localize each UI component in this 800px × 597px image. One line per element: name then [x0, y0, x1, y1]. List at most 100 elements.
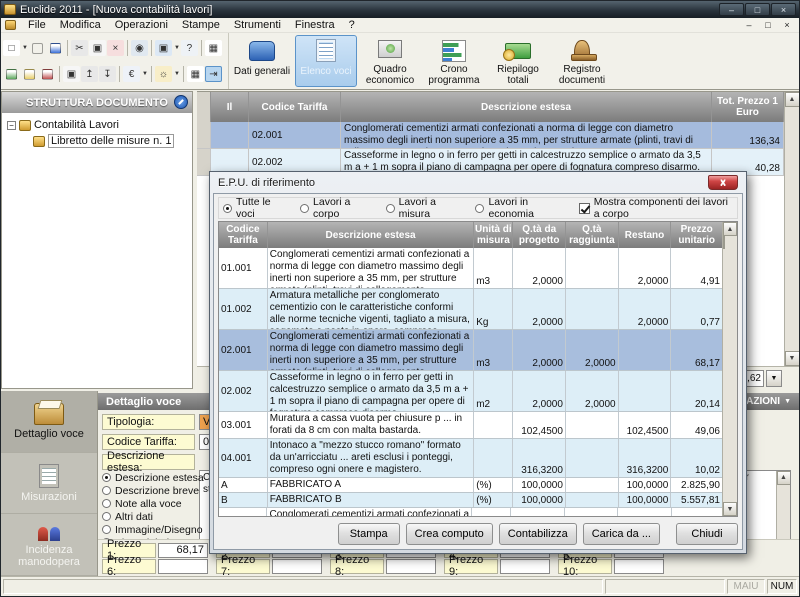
save-icon[interactable]	[47, 40, 64, 56]
view-radio-note-alla-voce[interactable]: Note alla voce	[102, 498, 204, 509]
chevron-down-icon[interactable]: ▼	[142, 71, 148, 77]
chiudi-button[interactable]: Chiudi	[676, 523, 738, 545]
crea-computo-button[interactable]: Crea computo	[406, 523, 493, 545]
tree-node[interactable]: Libretto delle misure n. 1	[4, 133, 190, 149]
toolbar-button-elenco-voci[interactable]: Elenco voci	[295, 35, 357, 87]
dialog-column-header[interactable]: Unità di misura	[474, 222, 513, 248]
menu-item-finestra[interactable]: Finestra	[288, 18, 342, 32]
prezzo-input[interactable]	[272, 559, 322, 574]
tree-node-label[interactable]: Libretto delle misure n. 1	[48, 134, 174, 148]
copy-item-icon[interactable]: ▣	[89, 40, 106, 56]
toolbar-button-registro-documenti[interactable]: Registro documenti	[551, 35, 613, 87]
grid-view-icon[interactable]: ▦	[187, 66, 204, 82]
contabilizza-button[interactable]: Contabilizza	[499, 523, 577, 545]
find-binoculars-icon[interactable]: ◉	[131, 40, 148, 56]
tree-node[interactable]: − Contabilità Lavori	[4, 117, 190, 133]
nav-item-misurazioni[interactable]: Misurazioni	[1, 453, 97, 515]
dialog-column-header[interactable]: Q.tà da progetto	[513, 222, 566, 248]
columns-chart-icon[interactable]: ▦	[205, 40, 222, 56]
grid-column-header[interactable]: Descrizione estesa	[341, 92, 712, 122]
dialog-close-button[interactable]: x	[708, 175, 738, 190]
exit-door-icon[interactable]: ⇥	[205, 66, 222, 82]
dialog-table-row[interactable]: B.A.102Conglomerati cementizi armati con…	[219, 508, 722, 516]
dialog-title-bar[interactable]: E.P.U. di riferimento x	[213, 172, 743, 193]
filter-radio-lavori-a-corpo[interactable]: Lavori a corpo	[300, 196, 366, 220]
menu-item-?[interactable]: ?	[342, 18, 362, 32]
scrollbar-thumb[interactable]	[723, 235, 725, 249]
new-document-icon[interactable]: □	[3, 40, 20, 56]
filter-radio-tutte-le-voci[interactable]: Tutte le voci	[223, 196, 280, 220]
tips-lamp-icon[interactable]: ☼	[155, 66, 172, 82]
import-up-icon[interactable]: ↥	[81, 66, 98, 82]
filter-radio-lavori-in-economia[interactable]: Lavori in economia	[475, 196, 558, 220]
grid-total-dropdown[interactable]: ▼	[766, 370, 782, 387]
carica-da-button[interactable]: Carica da ...	[583, 523, 660, 545]
grid-column-header[interactable]: Tot. Prezzo 1 Euro	[712, 92, 784, 122]
prezzo-input[interactable]	[614, 559, 664, 574]
toolbar-button-dati-generali[interactable]: Dati generali	[231, 35, 293, 87]
dialog-table-row[interactable]: 02.001Conglomerati cementizi armati conf…	[219, 330, 722, 371]
toolbar-button-quadro-economico[interactable]: Quadro economico	[359, 35, 421, 87]
dialog-table-row[interactable]: AFABBRICATO A(%)100,0000100,00002.825,90	[219, 478, 722, 493]
menu-item-stampe[interactable]: Stampe	[175, 18, 227, 32]
grid-column-header[interactable]	[197, 92, 211, 122]
mdi-minimize-button[interactable]: –	[741, 19, 757, 31]
menu-item-modifica[interactable]: Modifica	[53, 18, 108, 32]
table-row[interactable]: 02.001Conglomerati cementizi armati conf…	[197, 122, 784, 149]
scroll-down-icon[interactable]: ▼	[785, 351, 800, 366]
document-icon[interactable]	[5, 20, 16, 30]
nav-item-dettaglio-voce[interactable]: Dettaglio voce	[1, 391, 97, 453]
dialog-column-header[interactable]: Prezzo unitario	[671, 222, 722, 248]
cut-item-icon[interactable]: ✂	[71, 40, 88, 56]
restore-button[interactable]: □	[745, 3, 770, 16]
filter-radio-lavori-a-misura[interactable]: Lavori a misura	[386, 196, 456, 220]
mdi-restore-button[interactable]: □	[760, 19, 776, 31]
scroll-up-icon[interactable]: ▲	[785, 92, 800, 107]
view-radio-altri-dati[interactable]: Altri dati	[102, 511, 204, 522]
view-radio-descrizione-breve[interactable]: Descrizione breve	[102, 485, 204, 496]
window-cascade-icon[interactable]: ▣	[155, 40, 172, 56]
dialog-table-row[interactable]: 03.001Muratura a cassa vuota per chiusur…	[219, 412, 722, 439]
scroll-down-icon[interactable]: ▼	[723, 502, 737, 516]
row-selector[interactable]	[197, 122, 211, 148]
chevron-down-icon[interactable]: ▼	[22, 45, 28, 51]
close-button[interactable]: ×	[771, 3, 796, 16]
book-yellow-icon[interactable]	[21, 66, 38, 82]
menu-item-operazioni[interactable]: Operazioni	[108, 18, 175, 32]
prezzo-input[interactable]: 68,17	[158, 543, 208, 558]
view-radio-descrizione-estesa[interactable]: Descrizione estesa	[102, 472, 204, 483]
dialog-column-header[interactable]: Descrizione estesa	[268, 222, 475, 248]
stampa-button[interactable]: Stampa	[338, 523, 400, 545]
dialog-column-header[interactable]: Codice Tariffa	[219, 222, 268, 248]
dialog-table-scrollbar[interactable]: ▲ ▼	[722, 222, 737, 516]
dialog-table-row[interactable]: BFABBRICATO B(%)100,0000100,00005.557,81	[219, 493, 722, 508]
copy-pages-icon[interactable]: ▣	[63, 66, 80, 82]
tree-expander-icon[interactable]: −	[7, 121, 16, 130]
dialog-table-row[interactable]: 02.002Casseforme in legno o in ferro per…	[219, 371, 722, 412]
prezzo-input[interactable]	[158, 559, 208, 574]
tree-node-label[interactable]: Contabilità Lavori	[34, 119, 119, 131]
menu-item-strumenti[interactable]: Strumenti	[227, 18, 288, 32]
dialog-table-row[interactable]: 01.002Armatura metalliche per conglomera…	[219, 289, 722, 330]
export-down-icon[interactable]: ↧	[99, 66, 116, 82]
view-radio-immagine-disegno[interactable]: Immagine/Disegno	[102, 524, 204, 535]
delete-item-icon[interactable]: ×	[107, 40, 124, 56]
show-components-checkbox[interactable]: Mostra componenti dei lavori a corpo	[579, 196, 733, 220]
help-icon[interactable]: ?	[181, 40, 198, 56]
grid-column-header[interactable]: Il	[211, 92, 249, 122]
mdi-close-button[interactable]: ×	[779, 19, 795, 31]
open-file-icon[interactable]	[29, 40, 46, 56]
toolbar-button-riepilogo-totali[interactable]: Riepilogo totali	[487, 35, 549, 87]
scroll-up-icon[interactable]: ▲	[777, 471, 791, 485]
dialog-table-row[interactable]: 01.001Conglomerati cementizi armati conf…	[219, 248, 722, 289]
chevron-down-icon[interactable]: ▼	[174, 71, 180, 77]
scroll-up-icon[interactable]: ▲	[723, 222, 737, 236]
nav-item-incidenza-manodopera[interactable]: Incidenza manodopera	[1, 514, 97, 576]
prezzo-input[interactable]	[500, 559, 550, 574]
book-green-icon[interactable]	[3, 66, 20, 82]
dialog-column-header[interactable]: Restano	[619, 222, 672, 248]
book-red-icon[interactable]	[39, 66, 56, 82]
menu-item-file[interactable]: File	[21, 18, 53, 32]
pin-icon[interactable]	[174, 95, 188, 109]
prezzo-input[interactable]	[386, 559, 436, 574]
